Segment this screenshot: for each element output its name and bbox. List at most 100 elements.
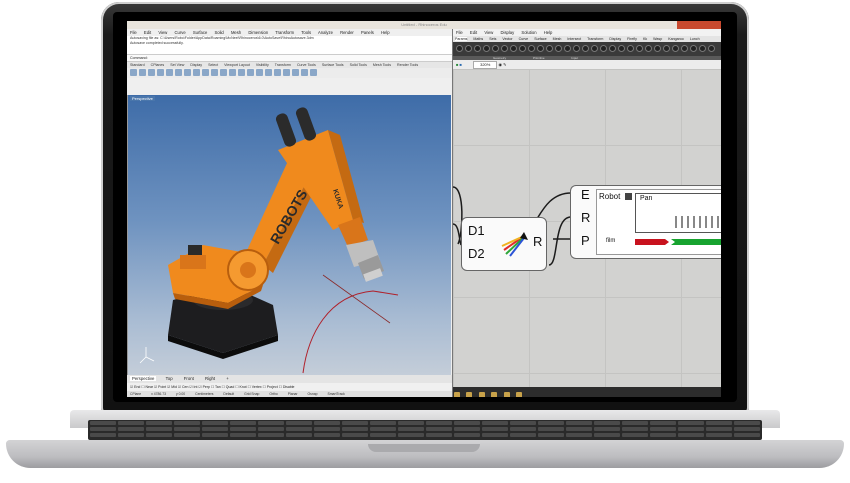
command-input[interactable]: Command: [127, 54, 452, 62]
save-icon[interactable]: ■ [456, 62, 458, 67]
component-icon[interactable] [564, 45, 571, 52]
osnap-cen[interactable]: ☑ Cen [178, 385, 189, 389]
component-icon[interactable] [663, 45, 670, 52]
component-icon[interactable] [528, 45, 535, 52]
menu-mesh[interactable]: Mesh [231, 30, 241, 35]
zoom-icon[interactable] [220, 69, 227, 76]
component-icon[interactable] [681, 45, 688, 52]
layer-icon[interactable] [265, 69, 272, 76]
component-icon[interactable] [555, 45, 562, 52]
print-icon[interactable] [157, 69, 164, 76]
component-icon[interactable] [690, 45, 697, 52]
render-icon[interactable] [292, 69, 299, 76]
component-icon[interactable] [591, 45, 598, 52]
gh-tab-kk[interactable]: Kk [643, 37, 647, 41]
component-icon[interactable] [519, 45, 526, 52]
options-icon[interactable] [310, 69, 317, 76]
osnap-disable[interactable]: ☐ Disable [279, 385, 295, 389]
menu-analyze[interactable]: Analyze [318, 30, 333, 35]
component-icon[interactable] [492, 45, 499, 52]
grid-icon[interactable] [256, 69, 263, 76]
status-layer[interactable]: Default [223, 392, 234, 396]
component-icon[interactable] [636, 45, 643, 52]
gh-menu-help[interactable]: Help [544, 30, 553, 35]
zoom-extents-icon[interactable] [229, 69, 236, 76]
tab-perspective[interactable]: Perspective [130, 376, 157, 381]
gh-tab-kangaroo[interactable]: Kangaroo [668, 37, 684, 41]
add-viewport-button[interactable]: + [224, 376, 231, 381]
output-param-r[interactable]: R [533, 234, 542, 249]
gh-tab-mesh[interactable]: Mesh [553, 37, 562, 41]
paste-icon[interactable] [184, 69, 191, 76]
gh-tab-sets[interactable]: Sets [489, 37, 496, 41]
component-icon[interactable] [618, 45, 625, 52]
input-param-e[interactable]: E [581, 187, 590, 202]
tab-cplanes[interactable]: CPlanes [151, 63, 165, 67]
menu-solid[interactable]: Solid [214, 30, 223, 35]
component-icon[interactable] [537, 45, 544, 52]
menu-help[interactable]: Help [381, 30, 390, 35]
tab-render-tools[interactable]: Render Tools [397, 63, 418, 67]
component-icon[interactable] [510, 45, 517, 52]
preview-icon[interactable]: ◉ [498, 62, 502, 67]
status-icon[interactable] [454, 392, 460, 397]
zoom-window-icon[interactable] [238, 69, 245, 76]
perspective-viewport[interactable]: Perspective ROBOTS.IO KUKA [127, 95, 451, 377]
tab-right[interactable]: Right [203, 376, 217, 381]
save-icon[interactable] [148, 69, 155, 76]
menu-panels[interactable]: Panels [361, 30, 374, 35]
tab-front[interactable]: Front [182, 376, 196, 381]
osnap-point[interactable]: ☑ Point [154, 385, 166, 389]
window-controls[interactable] [677, 21, 721, 29]
light-icon[interactable] [283, 69, 290, 76]
component-icon[interactable] [699, 45, 706, 52]
osnap-perp[interactable]: ☑ Perp [198, 385, 210, 389]
gh-tab-maths[interactable]: Maths [473, 37, 483, 41]
film-timeline-bar[interactable] [635, 237, 721, 247]
pan-icon[interactable] [202, 69, 209, 76]
component-icon[interactable] [573, 45, 580, 52]
menu-tools[interactable]: Tools [301, 30, 311, 35]
osnap-project[interactable]: ☐ Project [263, 385, 278, 389]
status-icon[interactable] [516, 392, 523, 397]
material-icon[interactable] [301, 69, 308, 76]
rotate-view-icon[interactable] [211, 69, 218, 76]
component-icon[interactable] [672, 45, 679, 52]
status-planar[interactable]: Planar [288, 392, 298, 396]
input-param-r[interactable]: R [581, 210, 590, 225]
osnap-quad[interactable]: ☐ Quad [222, 385, 235, 389]
menu-curve[interactable]: Curve [175, 30, 186, 35]
input-param-d1[interactable]: D1 [468, 223, 485, 238]
tab-top[interactable]: Top [164, 376, 175, 381]
osnap-int[interactable]: ☑ Int [189, 385, 197, 389]
component-icon[interactable] [600, 45, 607, 52]
status-osnap[interactable]: Osnap [308, 392, 318, 396]
gh-tab-curve[interactable]: Curve [519, 37, 529, 41]
tab-mesh-tools[interactable]: Mesh Tools [373, 63, 391, 67]
component-icon[interactable] [483, 45, 490, 52]
gh-tab-intersect[interactable]: Intersect [567, 37, 581, 41]
status-grid-snap[interactable]: Grid Snap [244, 392, 259, 396]
status-icon[interactable] [466, 392, 473, 397]
tab-set-view[interactable]: Set View [170, 63, 184, 67]
tab-transform[interactable]: Transform [275, 63, 291, 67]
gh-component-right[interactable]: E R P Robot Pan film [570, 185, 721, 259]
tab-viewport-layout[interactable]: Viewport Layout [224, 63, 250, 67]
open-file-icon[interactable]: ■ [460, 62, 462, 67]
gh-canvas[interactable]: D1 D2 R E R P Robot Pan film [453, 69, 721, 387]
gh-tab-surface[interactable]: Surface [534, 37, 546, 41]
tab-select[interactable]: Select [208, 63, 218, 67]
osnap-near[interactable]: ☐ Near [141, 385, 153, 389]
menu-file[interactable]: File [130, 30, 137, 35]
osnap-tan[interactable]: ☐ Tan [211, 385, 221, 389]
copy-icon[interactable] [175, 69, 182, 76]
status-ortho[interactable]: Ortho [269, 392, 277, 396]
input-param-d2[interactable]: D2 [468, 246, 485, 261]
tab-curve-tools[interactable]: Curve Tools [297, 63, 316, 67]
component-icon[interactable] [645, 45, 652, 52]
gh-tab-vector[interactable]: Vector [502, 37, 512, 41]
menu-surface[interactable]: Surface [193, 30, 207, 35]
component-icon[interactable] [654, 45, 661, 52]
gh-menu-edit[interactable]: Edit [470, 30, 477, 35]
zoom-select[interactable]: 320% [473, 61, 498, 69]
